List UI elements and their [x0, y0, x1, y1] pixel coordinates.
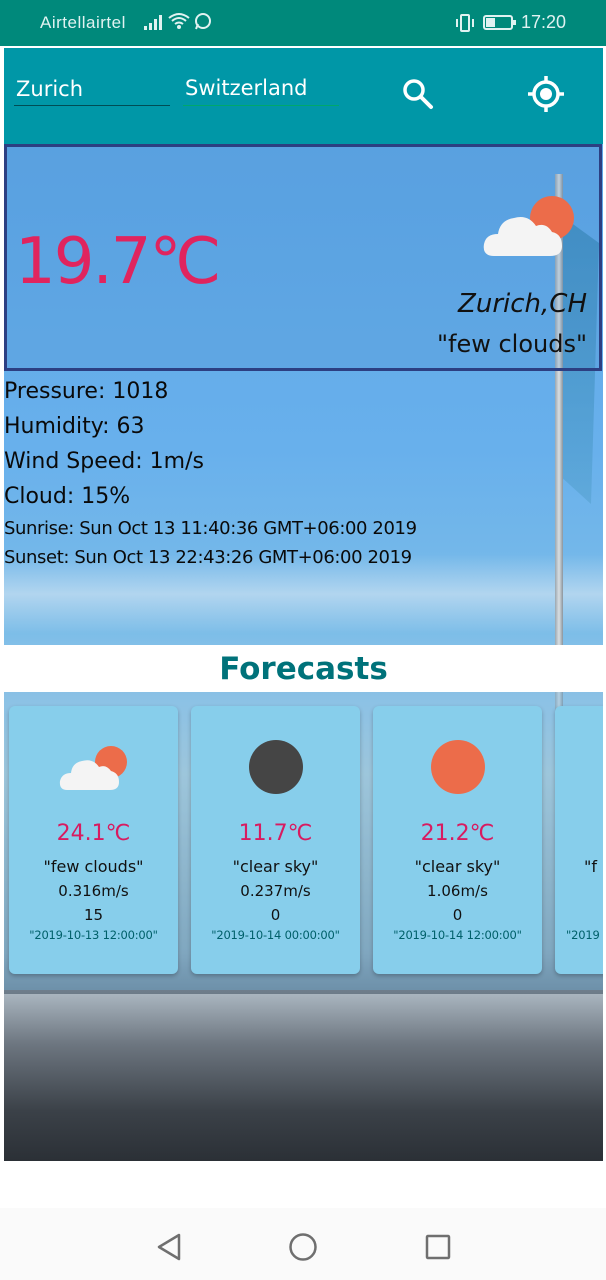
forecast-card[interactable]: 24.1℃ "few clouds" 0.316m/s 15 "2019-10-… — [9, 706, 178, 974]
forecast-condition: "f — [584, 857, 597, 876]
system-nav-bar — [0, 1208, 606, 1280]
forecast-date: "2019-10-14 12:00:00" — [393, 928, 522, 942]
back-button[interactable] — [152, 1230, 186, 1264]
vibrate-icon — [455, 13, 474, 32]
clock: 17:20 — [520, 12, 566, 32]
app-header — [4, 48, 603, 144]
moon-icon — [248, 740, 303, 794]
recents-button[interactable] — [421, 1230, 455, 1264]
current-condition: "few clouds" — [436, 330, 587, 358]
forecast-list[interactable]: 24.1℃ "few clouds" 0.316m/s 15 "2019-10-… — [4, 692, 603, 990]
forecast-clouds: 15 — [83, 906, 104, 924]
whatsapp-icon — [195, 13, 211, 30]
forecast-temperature: 24.1℃ — [56, 821, 131, 846]
status-icons-right: 17:20 — [455, 12, 566, 33]
forecast-card[interactable]: 21.2℃ "clear sky" 1.06m/s 0 "2019-10-14 … — [373, 706, 542, 974]
search-button[interactable] — [398, 74, 438, 114]
cloud-sun-icon — [483, 196, 574, 256]
forecast-condition: "clear sky" — [414, 857, 501, 876]
signal-icon — [144, 15, 162, 30]
sun-icon — [430, 740, 485, 794]
forecast-title: Forecasts — [219, 651, 388, 687]
home-button[interactable] — [286, 1230, 320, 1264]
country-input[interactable] — [183, 70, 339, 106]
forecast-wind: 1.06m/s — [427, 882, 488, 900]
status-bar: Airtellairtel 17:20 — [0, 0, 606, 46]
recents-square-icon — [425, 1234, 451, 1260]
sunset-text: Sunset: Sun Oct 13 22:43:26 GMT+06:00 20… — [4, 547, 412, 568]
forecast-clouds: 0 — [452, 906, 463, 924]
forecast-wind: 0.316m/s — [58, 882, 129, 900]
status-icons-left — [144, 12, 212, 30]
forecast-header: Forecasts — [4, 645, 603, 692]
pressure-text: Pressure: 1018 — [4, 379, 169, 404]
forecast-temperature: 11.7℃ — [238, 821, 313, 846]
forecast-date: "2019-10-14 00:00:00" — [211, 928, 340, 942]
gps-locate-icon — [528, 76, 564, 112]
forecast-card[interactable]: "f "2019 — [555, 706, 603, 974]
forecast-condition: "few clouds" — [43, 857, 144, 876]
carrier-name: Airtellairtel — [40, 13, 126, 32]
cloud-sun-icon — [59, 746, 127, 790]
current-temperature: 19.7℃ — [15, 225, 221, 299]
weather-details: Pressure: 1018 Humidity: 63 Wind Speed: … — [4, 374, 417, 572]
cloud-text: Cloud: 15% — [4, 484, 131, 509]
locate-button[interactable] — [526, 74, 566, 114]
forecast-clouds: 0 — [270, 906, 281, 924]
search-icon — [403, 79, 433, 109]
sunrise-text: Sunrise: Sun Oct 13 11:40:36 GMT+06:00 2… — [4, 518, 417, 539]
forecast-temperature: 21.2℃ — [420, 821, 495, 846]
back-triangle-icon — [157, 1233, 181, 1261]
forecast-wind: 0.237m/s — [240, 882, 311, 900]
humidity-text: Humidity: 63 — [4, 414, 145, 439]
home-circle-icon — [289, 1233, 317, 1261]
city-input[interactable] — [14, 72, 170, 106]
current-weather-panel: 19.7℃ Zurich,CH "few clouds" — [4, 144, 602, 371]
background-pier — [4, 994, 603, 1161]
forecast-date: "2019 — [566, 928, 600, 942]
wind-speed-text: Wind Speed: 1m/s — [4, 449, 204, 474]
wifi-icon — [168, 13, 190, 29]
forecast-card[interactable]: 11.7℃ "clear sky" 0.237m/s 0 "2019-10-14… — [191, 706, 360, 974]
forecast-date: "2019-10-13 12:00:00" — [29, 928, 158, 942]
location-name: Zurich,CH — [458, 289, 587, 319]
forecast-condition: "clear sky" — [232, 857, 319, 876]
battery-icon — [482, 15, 516, 30]
